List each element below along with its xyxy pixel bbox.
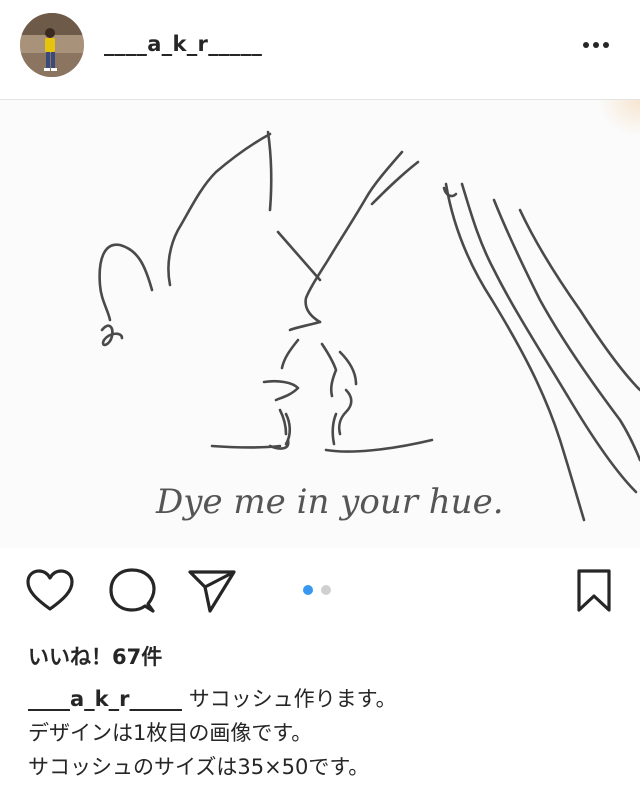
action-bar xyxy=(0,560,640,620)
heart-icon[interactable] xyxy=(24,568,76,618)
caption-text-line-1: サコッシュ作ります。 xyxy=(188,687,397,711)
post-username[interactable]: ____a_k_r_____ xyxy=(104,32,262,56)
carousel-dot xyxy=(321,585,331,595)
post-header: ____a_k_r_____ xyxy=(0,0,640,100)
more-options-icon[interactable] xyxy=(578,30,614,60)
post-caption: ____a_k_r_____ サコッシュ作ります。 デザインは1枚目の画像です。… xyxy=(28,682,618,784)
comment-bubble-icon[interactable] xyxy=(108,568,156,620)
avatar[interactable] xyxy=(20,13,84,77)
caption-text-line-2: デザインは1枚目の画像です。 xyxy=(28,721,313,745)
paper-plane-icon[interactable] xyxy=(187,568,237,618)
carousel-dot-active xyxy=(303,585,313,595)
likes-count[interactable]: いいね！67件 xyxy=(28,641,162,671)
caption-username[interactable]: ____a_k_r_____ xyxy=(28,687,182,711)
caption-text-line-3: サコッシュのサイズは35×50です。 xyxy=(28,755,370,779)
image-handwriting: Dye me in your hue. xyxy=(155,482,504,522)
post-image[interactable]: Dye me in your hue. xyxy=(0,100,640,548)
bookmark-icon[interactable] xyxy=(576,568,612,618)
